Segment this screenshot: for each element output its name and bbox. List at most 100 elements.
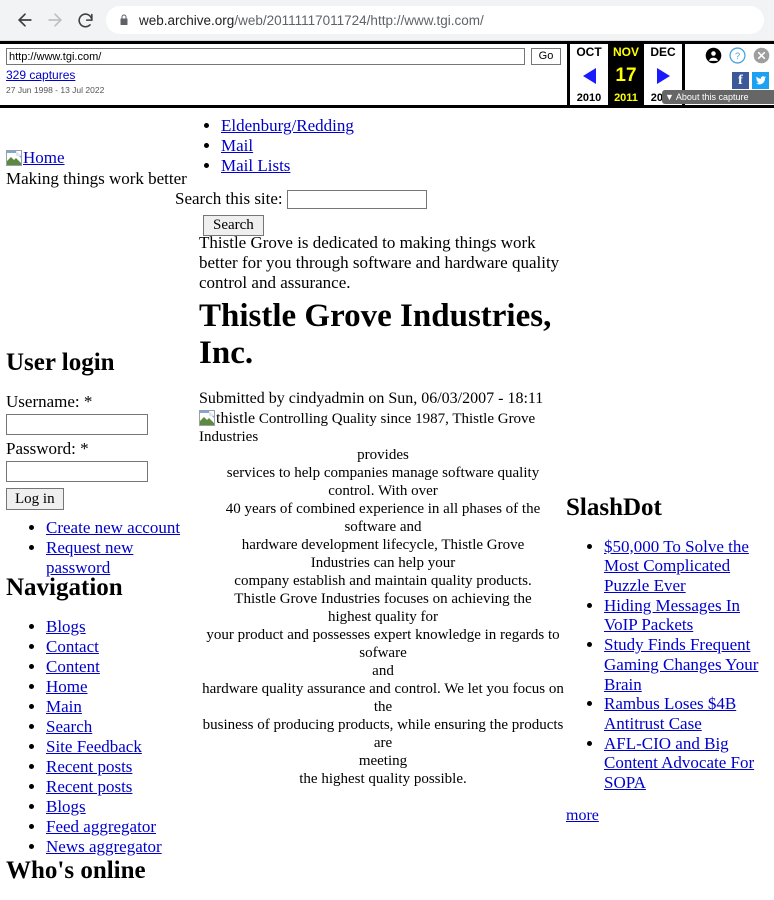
username-input[interactable] (6, 413, 148, 435)
log-in-button[interactable]: Log in (6, 487, 64, 510)
wayback-go-button[interactable]: Go (531, 48, 561, 65)
topnav-link-mail[interactable]: Mail (221, 136, 253, 155)
list-item: AFL-CIO and Big Content Advocate For SOP… (604, 734, 771, 793)
current-month-label: NOV (612, 45, 639, 59)
login-links-list: Create new account Request new password (6, 518, 191, 578)
prev-month-label: OCT (576, 45, 602, 59)
create-new-account-link[interactable]: Create new account (46, 518, 180, 537)
slashdot-more-link[interactable]: more (566, 807, 599, 824)
back-button[interactable] (10, 5, 40, 35)
captures-link[interactable]: 329 captures (6, 68, 75, 82)
nav-link-search[interactable]: Search (46, 717, 92, 736)
nav-link-blogs-2[interactable]: Blogs (46, 797, 86, 816)
search-input[interactable] (286, 189, 427, 209)
slashdot-link-2[interactable]: Study Finds Frequent Gaming Changes Your… (604, 635, 758, 693)
reload-button[interactable] (70, 5, 100, 35)
forward-button[interactable] (40, 5, 70, 35)
list-item: Blogs (46, 797, 196, 817)
wayback-icon-row: ? (705, 47, 770, 69)
article-line-4: 40 years of combined experience in all p… (225, 500, 541, 517)
slashdot-link-0[interactable]: $50,000 To Solve the Most Complicated Pu… (604, 537, 749, 595)
password-label: Password: * (6, 438, 89, 458)
broken-image-icon (6, 150, 22, 166)
site-home-link[interactable]: Home (23, 148, 65, 167)
nav-link-feed-aggregator[interactable]: Feed aggregator (46, 817, 156, 836)
nav-link-recent-posts-2[interactable]: Recent posts (46, 777, 132, 796)
list-item: Main (46, 697, 196, 717)
article-line-8: company establish and maintain quality p… (234, 572, 532, 589)
article-line-3: control. With over (328, 482, 438, 499)
current-month-column[interactable]: NOV 17 2011 (608, 44, 644, 105)
back-arrow-icon (15, 10, 35, 30)
wayback-social-row: f (732, 72, 769, 89)
account-circle-icon[interactable] (705, 47, 722, 69)
nav-link-contact[interactable]: Contact (46, 637, 99, 656)
nav-link-blogs[interactable]: Blogs (46, 617, 86, 636)
navigation-heading: Navigation (6, 574, 123, 601)
about-this-capture-button[interactable]: ▼ About this capture (662, 90, 774, 104)
list-item: Request new password (46, 538, 191, 578)
archived-page: Eldenburg/Redding Mail Mail Lists Home M… (0, 108, 774, 884)
list-item: Rambus Loses $4B Antitrust Case (604, 694, 771, 733)
help-circle-icon[interactable]: ? (729, 47, 746, 69)
username-label: Username: * (6, 391, 93, 411)
thistle-image-alt-label: thistle (216, 409, 256, 427)
article-line-9: Thistle Grove Industries focuses on achi… (234, 590, 532, 607)
site-search-block: Search this site: Search (175, 189, 427, 237)
article-line-2: services to help companies manage softwa… (226, 464, 540, 481)
site-search-row: Search this site: (175, 189, 427, 209)
topnav-link-mail-lists[interactable]: Mail Lists (221, 156, 290, 175)
whos-online-heading: Who's online (6, 857, 146, 884)
list-item: Home (46, 677, 196, 697)
wayback-left-panel: Go 329 captures 27 Jun 1998 - 13 Jul 202… (0, 44, 570, 105)
next-capture-arrow-icon[interactable] (656, 67, 670, 84)
twitter-icon[interactable] (752, 72, 769, 89)
article-line-5: software and (344, 518, 422, 535)
list-item: Hiding Messages In VoIP Packets (604, 596, 771, 635)
list-item: Recent posts (46, 777, 196, 797)
list-item: Eldenburg/Redding (221, 116, 354, 136)
slashdot-link-4[interactable]: AFL-CIO and Big Content Advocate For SOP… (604, 734, 754, 792)
list-item: Search (46, 717, 196, 737)
nav-link-content[interactable]: Content (46, 657, 100, 676)
current-year-label: 2011 (614, 92, 638, 104)
facebook-icon[interactable]: f (732, 72, 749, 89)
slashdot-link-3[interactable]: Rambus Loses $4B Antitrust Case (604, 694, 736, 733)
article-line-16: the highest quality possible. (299, 770, 467, 787)
nav-link-recent-posts-1[interactable]: Recent posts (46, 757, 132, 776)
topnav-link-eldenburg-redding[interactable]: Eldenburg/Redding (221, 116, 354, 135)
address-bar[interactable]: web.archive.org/web/20111117011724/http:… (106, 6, 764, 34)
nav-link-site-feedback[interactable]: Site Feedback (46, 737, 142, 756)
password-input[interactable] (6, 460, 148, 482)
slashdot-list: $50,000 To Solve the Most Complicated Pu… (566, 537, 771, 793)
prev-month-year: 2010 (576, 92, 602, 104)
user-login-block: User login Username: * Password: * Log i… (6, 348, 191, 578)
nav-link-main[interactable]: Main (46, 697, 82, 716)
nav-link-home[interactable]: Home (46, 677, 88, 696)
article-body: thistle Controlling Quality since 1987, … (199, 409, 567, 788)
site-home-row: Home (6, 148, 196, 168)
capture-date-range: 27 Jun 1998 - 13 Jul 2022 (6, 85, 105, 95)
prev-capture-arrow-icon[interactable] (582, 67, 596, 84)
forward-arrow-icon (45, 10, 65, 30)
slashdot-link-1[interactable]: Hiding Messages In VoIP Packets (604, 596, 740, 635)
wayback-url-input[interactable] (6, 48, 525, 65)
list-item: Contact (46, 637, 196, 657)
prev-month-column[interactable]: OCT 2010 (570, 44, 608, 105)
wayback-url-row: Go (6, 48, 561, 65)
page-title: Thistle Grove Industries, Inc. (199, 298, 552, 371)
close-circle-icon[interactable] (753, 47, 770, 69)
list-item: Study Finds Frequent Gaming Changes Your… (604, 635, 771, 694)
list-item: Mail Lists (221, 156, 354, 176)
request-new-password-link[interactable]: Request new password (46, 538, 133, 577)
navigation-block: Navigation Blogs Contact Content Home Ma… (6, 573, 196, 857)
article-first-line: thistle Controlling Quality since 1987, … (199, 409, 567, 446)
article-line-12: and (372, 662, 394, 679)
browser-toolbar: web.archive.org/web/20111117011724/http:… (0, 0, 774, 41)
navigation-list: Blogs Contact Content Home Main Search S… (6, 617, 196, 858)
list-item: Site Feedback (46, 737, 196, 757)
url-host: web.archive.org (139, 12, 235, 28)
top-navigation-list: Eldenburg/Redding Mail Mail Lists (196, 116, 354, 176)
broken-image-icon (199, 409, 215, 426)
nav-link-news-aggregator[interactable]: News aggregator (46, 837, 162, 856)
